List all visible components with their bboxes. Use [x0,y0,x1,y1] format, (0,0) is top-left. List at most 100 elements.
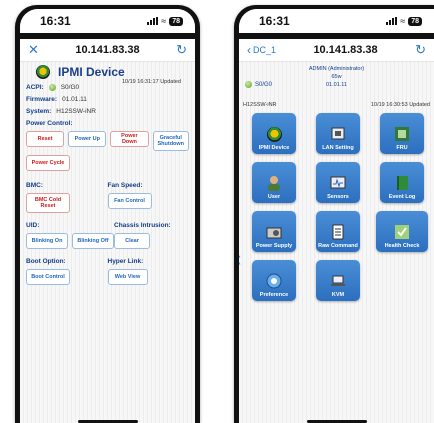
nav-bar: ‹ DC_1 10.141.83.38 ↻ [239,39,434,62]
hyper-buttons: Web View [107,269,190,285]
refresh-icon[interactable]: ↻ [415,42,426,58]
system-row: System: H12SSW-iNR [26,108,189,115]
firmware-value: 01.01.11 [62,96,87,103]
bmc-label: BMC: [26,182,43,189]
tile-label: Raw Command [318,243,358,249]
tile-grid: IPMI Device LAN Setting FRU User Sensors [245,113,431,301]
chassis-buttons: Clear [114,233,189,249]
close-icon[interactable]: ✕ [28,42,39,58]
tile-label: FRU [396,145,408,151]
status-bar: 16:31 ≈ 78 [20,9,195,33]
tile-ipmi-device[interactable]: IPMI Device [245,113,303,154]
nav-title: 10.141.83.38 [75,44,140,56]
document-icon [329,224,347,240]
boot-column: Boot Option: Boot Control [26,253,108,285]
chassis-column: Chassis Intrusion: Clear [114,217,189,249]
left-screen: 16:31 ≈ 78 ✕ 10.141.83.38 ↻ IPMI Device … [20,9,195,423]
tile-raw-command[interactable]: Raw Command [309,211,367,252]
bmc-column: BMC: BMC Cold Reset [26,177,108,213]
refresh-icon[interactable]: ↻ [176,42,187,58]
user-name: ADMIN (Administrator) [308,66,365,72]
tile-label: KVM [331,292,345,298]
blinking-off-button[interactable]: Blinking Off [72,233,114,249]
fan-buttons: Fan Control [107,193,190,209]
power-control-label: Power Control: [26,120,73,127]
tile-event-log[interactable]: Event Log [373,162,431,203]
blinking-on-button[interactable]: Blinking On [26,233,68,249]
bmc-cold-reset-button[interactable]: BMC Cold Reset [26,193,70,213]
uid-chassis-section: UID: Blinking On Blinking Off Chassis In… [26,217,189,249]
power-buttons-2: Power Cycle [26,155,189,171]
ipmi-logo-icon [265,126,283,142]
left-phone: 16:31 ≈ 78 ✕ 10.141.83.38 ↻ IPMI Device … [15,5,200,423]
wifi-icon: ≈ [161,16,167,26]
system-value: H12SSW-iNR [243,102,277,108]
tile-preference[interactable]: Preference [245,260,303,301]
uid-label: UID: [26,222,40,229]
hyper-column: Hyper Link: Web View [107,253,190,285]
power-down-button[interactable]: Power Down [110,131,149,147]
acpi-row: ACPI: S0/G0 [26,84,189,91]
tile-label: Preference [259,292,289,298]
laptop-icon [329,273,347,289]
tile-health-check[interactable]: Health Check [373,211,431,252]
boot-buttons: Boot Control [26,269,108,285]
power-reading: 65w [331,74,342,80]
tile-lan-setting[interactable]: LAN Setting [309,113,367,154]
system-value: H12SSW-iNR [56,108,96,115]
updated-timestamp: 10/19 16:30:53 Updated [370,102,430,108]
tile-fru[interactable]: FRU [373,113,431,154]
hyper-link-label: Hyper Link: [107,258,144,265]
firmware-label: Firmware: [26,96,58,103]
status-time: 16:31 [259,14,290,28]
fan-control-button[interactable]: Fan Control [107,193,152,209]
tile-user[interactable]: User [245,162,303,203]
tile-label: User [267,194,281,200]
tile-label: Sensors [327,194,349,200]
chevron-right-icon[interactable]: ‹ [239,246,241,272]
boot-hyper-section: Boot Option: Boot Control Hyper Link: We… [26,253,189,285]
tile-label: LAN Setting [322,145,354,151]
chassis-intrusion-label: Chassis Intrusion: [114,222,171,229]
graceful-shutdown-button[interactable]: Graceful Shutdown [152,131,189,151]
system-label: System: [26,108,52,115]
status-ok-icon [245,81,252,88]
web-view-button[interactable]: Web View [107,269,148,285]
status-bar: 16:31 ≈ 78 [239,9,434,33]
signal-icon [386,17,398,25]
nav-bar: ✕ 10.141.83.38 ↻ [20,39,195,62]
bmc-buttons: BMC Cold Reset [26,193,108,213]
user-icon [265,175,283,191]
signal-icon [147,17,159,25]
tile-kvm[interactable]: KVM [309,260,367,301]
tile-power-supply[interactable]: Power Supply [245,211,303,252]
ipmi-logo-icon [36,65,50,79]
device-title: IPMI Device [58,65,125,79]
book-icon [393,175,411,191]
tile-label: IPMI Device [258,145,290,151]
acpi-value: S0/G0 [255,81,273,88]
clear-button[interactable]: Clear [114,233,150,249]
device-panel: IPMI Device 10/19 16:31:17 Updated ACPI:… [20,61,195,423]
status-icons: ≈ 78 [386,16,422,26]
updated-timestamp: 10/19 16:31:17 Updated [121,79,181,85]
tile-sensors[interactable]: Sensors [309,162,367,203]
power-cycle-button[interactable]: Power Cycle [26,155,70,171]
uid-column: UID: Blinking On Blinking Off [26,217,114,249]
gear-icon [265,273,283,289]
bmc-fan-section: BMC: BMC Cold Reset Fan Speed: Fan Contr… [26,177,189,213]
boot-control-button[interactable]: Boot Control [26,269,70,285]
tile-label: Power Supply [255,243,293,249]
nav-title: 10.141.83.38 [313,44,378,56]
back-button[interactable]: ‹ DC_1 [247,43,276,57]
tile-label: Event Log [388,194,416,200]
health-icon [393,224,411,240]
power-up-button[interactable]: Power Up [68,131,107,147]
acpi-value: S0/G0 [60,84,80,91]
reset-button[interactable]: Reset [26,131,65,147]
firmware-row: Firmware: 01.01.11 [26,96,189,103]
monitor-icon [329,175,347,191]
uid-buttons: Blinking On Blinking Off [26,233,114,249]
status-icons: ≈ 78 [147,16,183,26]
page: 16:31 ≈ 78 ✕ 10.141.83.38 ↻ IPMI Device … [0,0,434,423]
